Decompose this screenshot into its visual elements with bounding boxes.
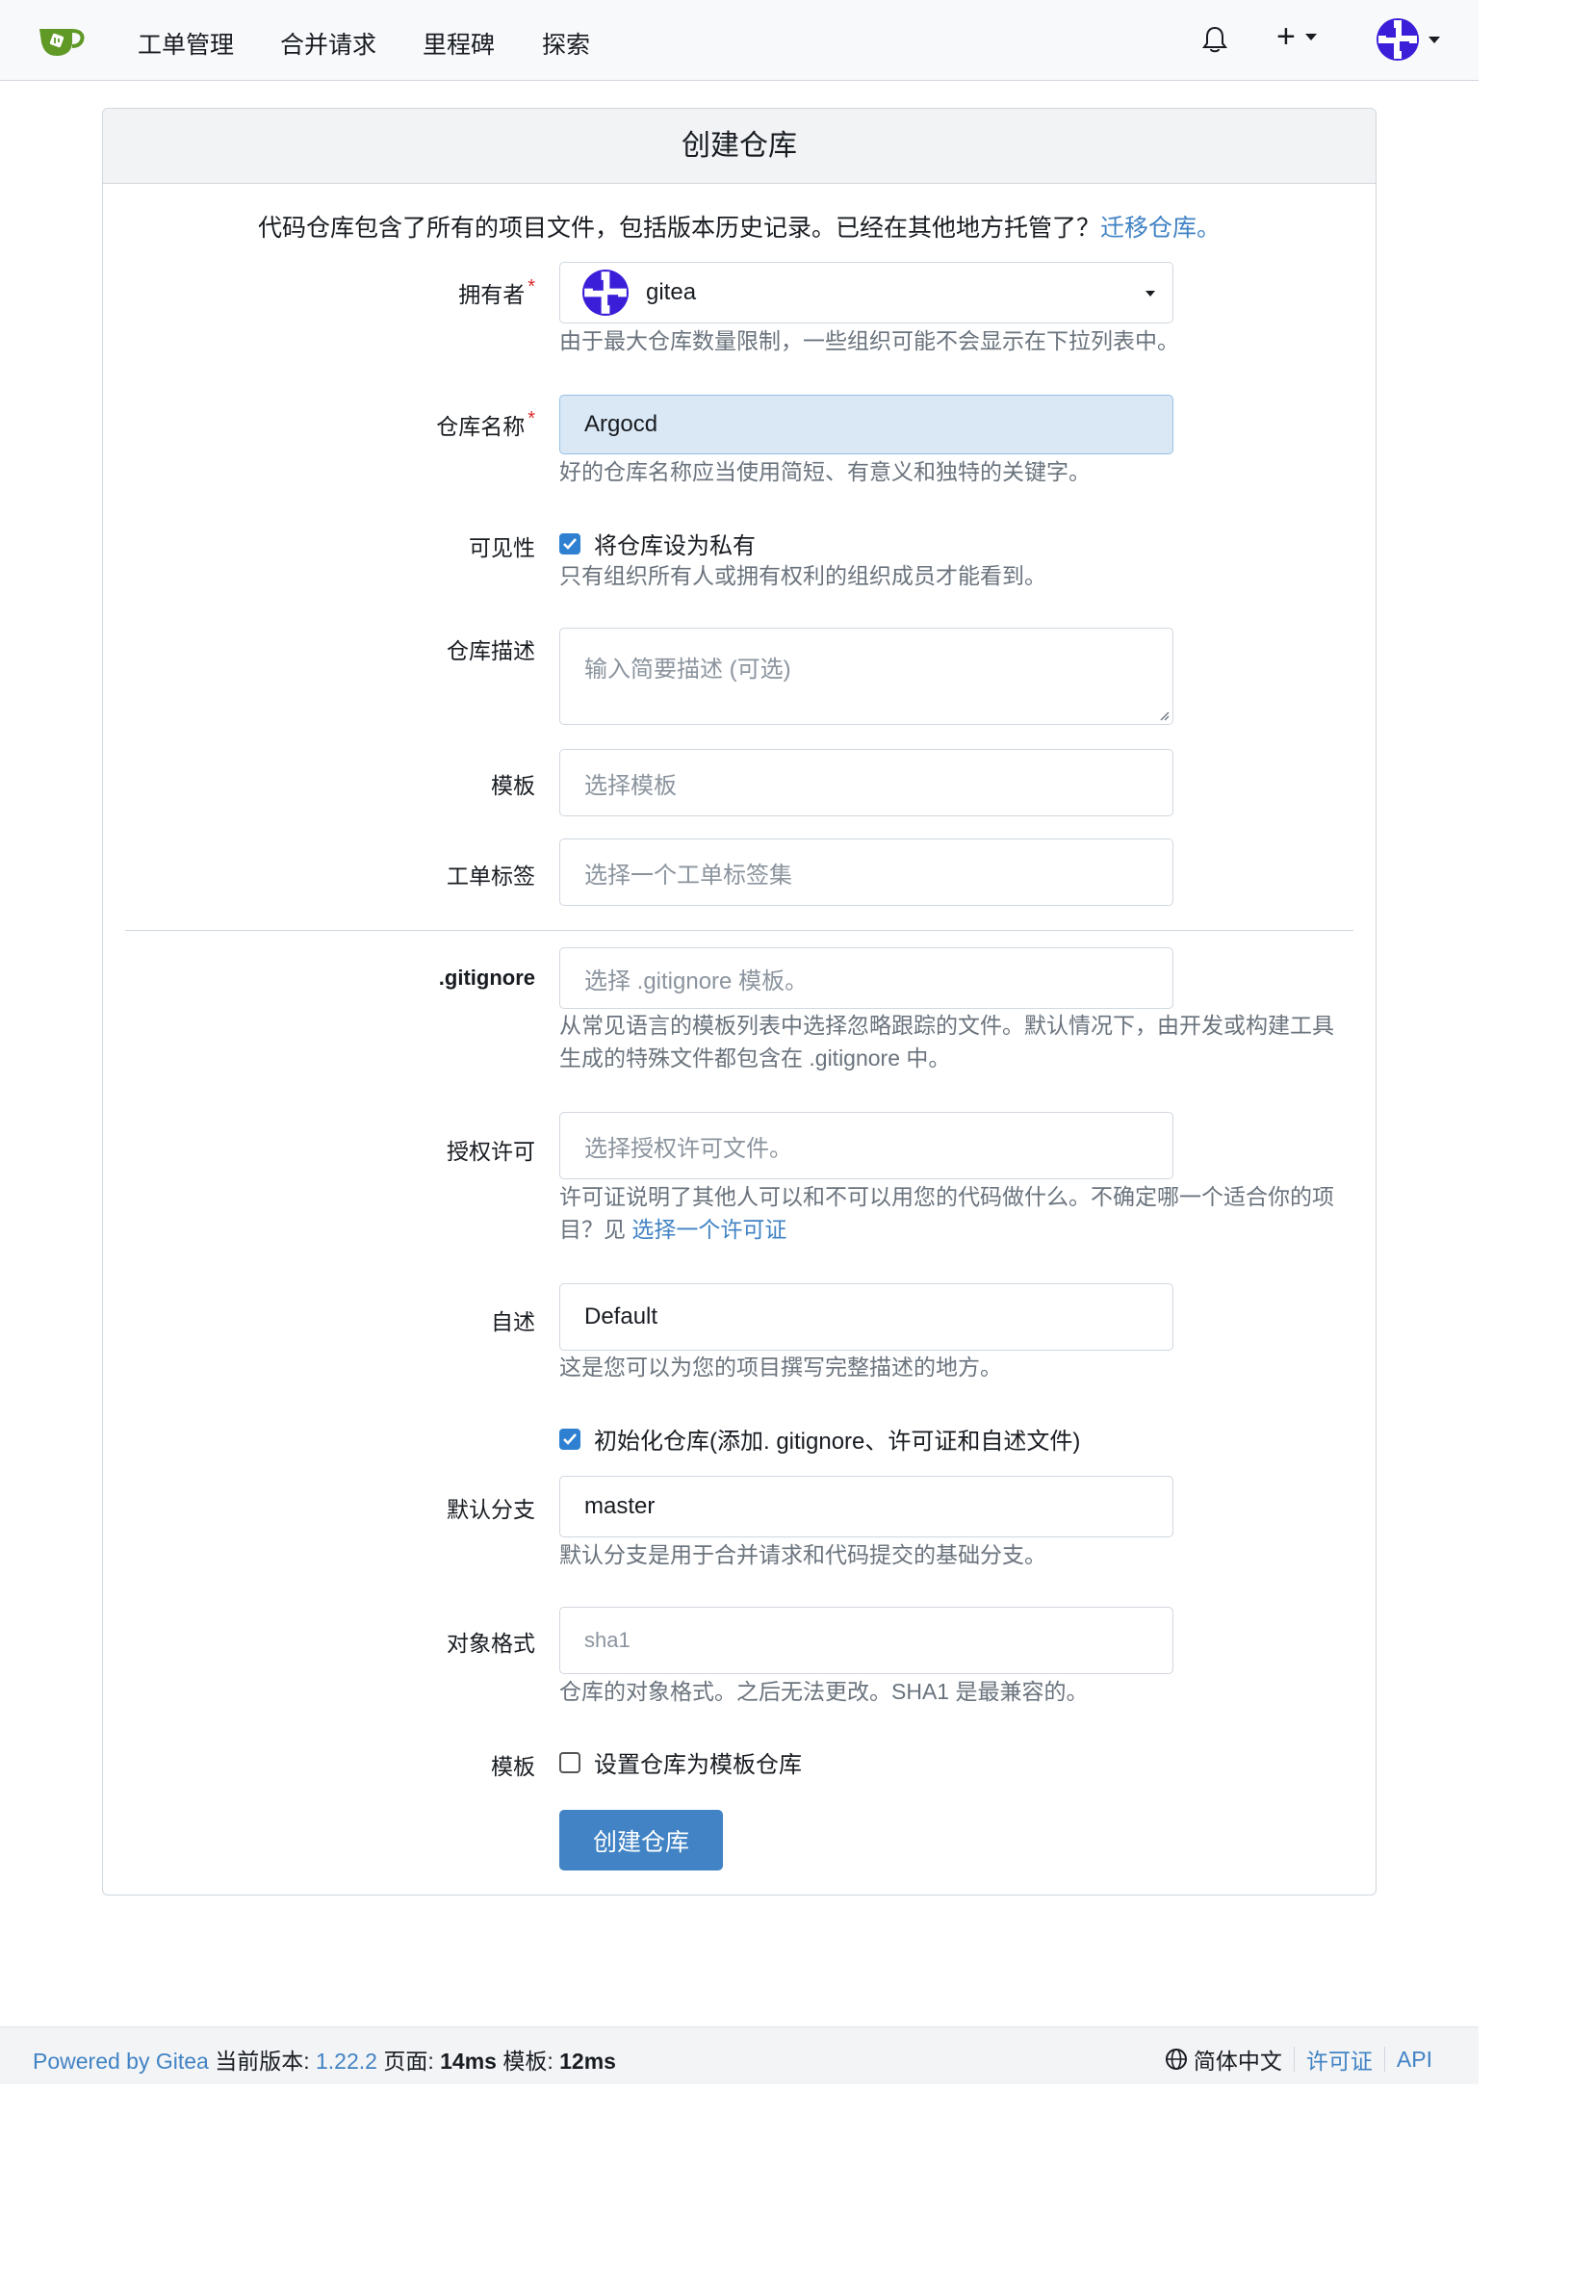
owner-value: gitea bbox=[646, 279, 697, 305]
visibility-label: 可见性 bbox=[469, 535, 535, 560]
auto-init-label: 初始化仓库(添加. gitignore、许可证和自述文件) bbox=[594, 1429, 1081, 1455]
nav-explore[interactable]: 探索 bbox=[542, 26, 590, 61]
footer: Powered by Gitea 当前版本: 1.22.2 页面: 14ms 模… bbox=[0, 2026, 1479, 2084]
globe-icon bbox=[1165, 2049, 1187, 2070]
intro-text: 代码仓库包含了所有的项目文件，包括版本历史记录。已经在其他地方托管了？迁移仓库。 bbox=[103, 209, 1376, 244]
template-select[interactable]: 选择模板 bbox=[559, 749, 1173, 816]
readme-select[interactable]: Default bbox=[559, 1283, 1173, 1351]
bell-icon[interactable] bbox=[1201, 25, 1228, 54]
license-link[interactable]: 许可证 bbox=[1306, 2043, 1373, 2076]
nav-milestones[interactable]: 里程碑 bbox=[423, 26, 495, 61]
owner-help: 由于最大仓库数量限制，一些组织可能不会显示在下拉列表中。 bbox=[559, 328, 1179, 353]
language-selector[interactable]: 简体中文 bbox=[1194, 2043, 1282, 2076]
template-time-label: 模板: bbox=[502, 2049, 553, 2074]
check-icon bbox=[563, 1432, 577, 1445]
footer-separator bbox=[1383, 2047, 1385, 2072]
user-menu[interactable] bbox=[1377, 18, 1440, 61]
readme-value: Default bbox=[584, 1303, 658, 1329]
object-format-value: sha1 bbox=[584, 1628, 631, 1652]
template-repo-label-text: 设置仓库为模板仓库 bbox=[594, 1752, 802, 1778]
gitignore-placeholder: 选择 .gitignore 模板。 bbox=[584, 967, 809, 994]
readme-label: 自述 bbox=[491, 1309, 535, 1334]
plus-icon: + bbox=[1276, 18, 1296, 55]
owner-label: 拥有者 * bbox=[458, 276, 535, 309]
auto-init-checkbox[interactable] bbox=[559, 1428, 580, 1450]
default-branch-label: 默认分支 bbox=[447, 1497, 535, 1522]
description-textarea[interactable]: 输入简要描述 (可选) bbox=[559, 628, 1173, 725]
version-link[interactable]: 1.22.2 bbox=[316, 2049, 377, 2074]
chevron-down-icon bbox=[1304, 33, 1317, 40]
template-repo-label: 模板 bbox=[491, 1754, 535, 1779]
chevron-down-icon bbox=[1146, 291, 1155, 297]
template-placeholder: 选择模板 bbox=[584, 772, 677, 799]
repo-name-label: 仓库名称 * bbox=[436, 408, 535, 441]
gitignore-select[interactable]: 选择 .gitignore 模板。 bbox=[559, 947, 1173, 1009]
footer-info: Powered by Gitea 当前版本: 1.22.2 页面: 14ms 模… bbox=[33, 2043, 616, 2076]
readme-help: 这是您可以为您的项目撰写完整描述的地方。 bbox=[559, 1354, 1002, 1380]
avatar bbox=[1377, 18, 1419, 61]
gitea-logo-icon[interactable] bbox=[36, 21, 88, 60]
repo-name-label-text: 仓库名称 bbox=[436, 414, 526, 439]
owner-label-text: 拥有者 bbox=[458, 282, 526, 307]
api-link[interactable]: API bbox=[1397, 2047, 1432, 2073]
template-repo-checkbox[interactable] bbox=[559, 1751, 580, 1773]
private-checkbox-row[interactable]: 将仓库设为私有 bbox=[559, 527, 756, 560]
private-checkbox[interactable] bbox=[559, 532, 580, 555]
issue-labels-placeholder: 选择一个工单标签集 bbox=[584, 862, 792, 889]
template-label: 模板 bbox=[491, 773, 535, 798]
gitignore-help: 从常见语言的模板列表中选择忽略跟踪的文件。默认情况下，由开发或构建工具生成的特殊… bbox=[559, 1013, 1334, 1071]
auto-init-checkbox-row[interactable]: 初始化仓库(添加. gitignore、许可证和自述文件) bbox=[559, 1422, 1080, 1456]
license-select[interactable]: 选择授权许可文件。 bbox=[559, 1112, 1173, 1179]
footer-separator bbox=[1293, 2047, 1295, 2072]
page-time-label: 页面: bbox=[383, 2049, 434, 2074]
repo-name-value: Argocd bbox=[584, 411, 658, 437]
description-placeholder: 输入简要描述 (可选) bbox=[584, 657, 791, 683]
section-divider bbox=[125, 930, 1353, 931]
create-dropdown[interactable]: + bbox=[1276, 19, 1317, 54]
default-branch-input[interactable]: master bbox=[559, 1476, 1173, 1537]
license-placeholder: 选择授权许可文件。 bbox=[584, 1135, 792, 1162]
template-repo-checkbox-row[interactable]: 设置仓库为模板仓库 bbox=[559, 1745, 802, 1779]
repo-name-input[interactable]: Argocd bbox=[559, 395, 1173, 454]
template-time-value: 12ms bbox=[559, 2049, 616, 2074]
visibility-help: 只有组织所有人或拥有权利的组织成员才能看到。 bbox=[559, 563, 1046, 588]
default-branch-help: 默认分支是用于合并请求和代码提交的基础分支。 bbox=[559, 1542, 1046, 1567]
license-label: 授权许可 bbox=[447, 1139, 535, 1164]
issue-labels-select[interactable]: 选择一个工单标签集 bbox=[559, 838, 1173, 906]
page-time-value: 14ms bbox=[440, 2049, 497, 2074]
migrate-repo-link[interactable]: 迁移仓库。 bbox=[1100, 215, 1221, 242]
owner-avatar bbox=[582, 270, 629, 316]
nav-issues[interactable]: 工单管理 bbox=[138, 26, 234, 61]
default-branch-value: master bbox=[584, 1493, 656, 1519]
choose-license-link[interactable]: 选择一个许可证 bbox=[631, 1217, 786, 1242]
required-marker: * bbox=[528, 276, 535, 297]
chevron-down-icon bbox=[1429, 36, 1440, 43]
object-format-select[interactable]: sha1 bbox=[559, 1607, 1173, 1674]
private-checkbox-label: 将仓库设为私有 bbox=[594, 533, 756, 559]
check-icon bbox=[563, 537, 577, 550]
powered-by-link[interactable]: Powered by Gitea bbox=[33, 2049, 209, 2074]
top-navbar: 工单管理 合并请求 里程碑 探索 + bbox=[0, 0, 1479, 81]
footer-links: 简体中文 许可证 API bbox=[1165, 2043, 1432, 2076]
nav-pull-requests[interactable]: 合并请求 bbox=[280, 26, 376, 61]
intro-description: 代码仓库包含了所有的项目文件，包括版本历史记录。已经在其他地方托管了？ bbox=[257, 215, 1100, 242]
create-repo-button[interactable]: 创建仓库 bbox=[559, 1810, 723, 1870]
license-help: 许可证说明了其他人可以和不可以用您的代码做什么。不确定哪一个适合你的项目？见 选… bbox=[559, 1180, 1349, 1246]
owner-dropdown[interactable]: gitea bbox=[559, 262, 1173, 323]
object-format-help: 仓库的对象格式。之后无法更改。SHA1 是最兼容的。 bbox=[559, 1679, 1089, 1704]
page-title: 创建仓库 bbox=[103, 109, 1376, 184]
issue-labels-label: 工单标签 bbox=[447, 864, 535, 889]
repo-name-help: 好的仓库名称应当使用简短、有意义和独特的关键字。 bbox=[559, 459, 1091, 484]
gitignore-label: .gitignore bbox=[438, 966, 535, 990]
description-label: 仓库描述 bbox=[447, 638, 535, 663]
object-format-label: 对象格式 bbox=[447, 1631, 535, 1656]
version-label: 当前版本: bbox=[215, 2049, 310, 2074]
resize-handle-icon[interactable] bbox=[1158, 709, 1170, 721]
required-marker: * bbox=[528, 408, 535, 429]
